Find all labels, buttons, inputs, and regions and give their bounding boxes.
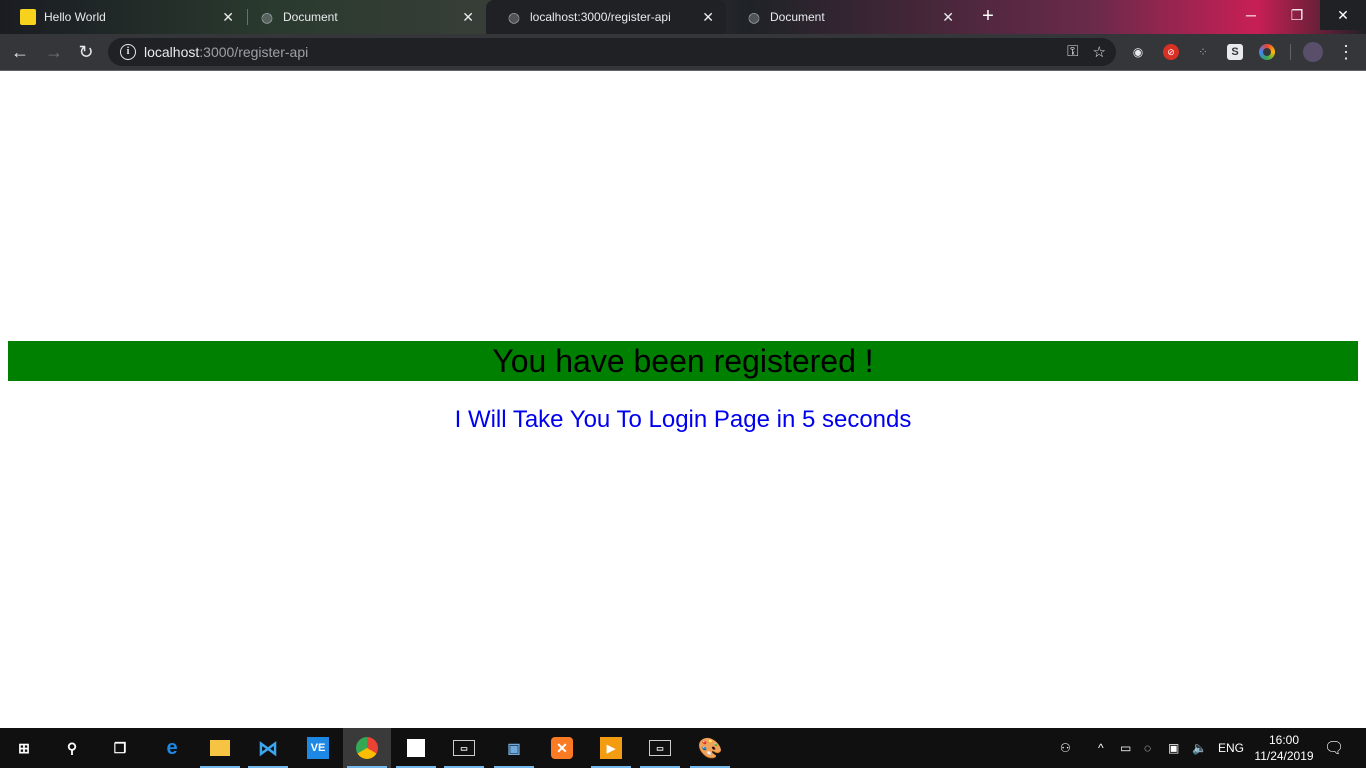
media-player-icon: ▶ [600, 737, 622, 759]
tab-hello-world[interactable]: Hello World ✕ [0, 0, 246, 34]
close-icon[interactable]: ✕ [462, 9, 474, 25]
paint-palette-icon: 🎨 [697, 737, 723, 760]
vnc-viewer-icon: VE [307, 737, 329, 759]
address-bar[interactable]: i localhost:3000/register-api ⚿ ☆ [108, 38, 1116, 66]
key-icon[interactable]: ⚿ [1067, 43, 1078, 61]
close-icon[interactable]: ✕ [942, 9, 954, 25]
vscode-icon: ⋈ [258, 737, 278, 760]
profile-avatar[interactable] [1303, 42, 1323, 62]
tab-document-1[interactable]: ◍ Document ✕ [239, 0, 486, 34]
taskbar-sticky-notes[interactable] [392, 728, 440, 768]
network-icon[interactable]: ◌ [1144, 728, 1151, 768]
toolbar-divider [1290, 44, 1291, 60]
menu-dots-icon[interactable]: ⋮ [1334, 40, 1358, 64]
tab-title: Document [770, 10, 825, 24]
task-view-button[interactable]: ❐ [96, 728, 144, 768]
show-hidden-icons-chevron-icon[interactable]: ^ [1098, 728, 1104, 768]
volume-icon[interactable]: 🔈 [1192, 728, 1207, 768]
tab-title: Document [283, 10, 338, 24]
battery-icon[interactable]: ▭ [1120, 728, 1131, 768]
terminal-icon: ▭ [649, 740, 671, 756]
taskbar-file-explorer[interactable] [196, 728, 244, 768]
network-computer-icon: ▣ [507, 739, 521, 756]
task-view-icon: ❐ [113, 739, 127, 756]
taskbar-terminal-1[interactable]: ▭ [440, 728, 488, 768]
globe-icon: ◍ [260, 8, 274, 25]
url-path: :3000/register-api [199, 44, 309, 60]
tab-title: localhost:3000/register-api [530, 10, 671, 24]
bookmark-star-icon[interactable]: ☆ [1093, 43, 1106, 61]
tab-title: Hello World [44, 10, 106, 24]
system-clock[interactable]: 16:00 11/24/2019 [1248, 732, 1320, 764]
url-text[interactable]: localhost:3000/register-api [144, 44, 308, 60]
extension-color-ring-icon[interactable] [1259, 44, 1275, 60]
tab-strip: Hello World ✕ ◍ Document ✕ ◍ localhost:3… [0, 0, 1366, 34]
omnibox-actions: ⚿ ☆ [1067, 43, 1106, 61]
language-indicator[interactable]: ENG [1218, 728, 1244, 768]
xampp-icon: ✕ [551, 737, 573, 759]
reload-button[interactable]: ↻ [74, 40, 98, 64]
close-icon[interactable]: ✕ [222, 9, 234, 25]
taskbar-xampp[interactable]: ✕ [538, 728, 586, 768]
edge-icon: e [166, 736, 178, 759]
windows-logo-icon: ⊞ [18, 739, 30, 756]
people-icon[interactable]: ⚇ [1060, 728, 1071, 768]
restore-button[interactable]: ❐ [1274, 0, 1320, 30]
new-tab-button[interactable]: + [978, 6, 998, 26]
close-icon[interactable]: ✕ [702, 9, 714, 25]
search-icon: ⚲ [66, 739, 78, 756]
taskbar-chrome[interactable] [343, 728, 391, 768]
windows-taskbar: ⊞ ⚲ ❐ e ⋈ VE ▭ ▣ ✕ ▶ ▭ 🎨 ⚇ ^ ▭ ◌ ▣ 🔈 ENG… [0, 728, 1366, 768]
clock-time: 16:00 [1268, 733, 1300, 747]
minimize-button[interactable]: ─ [1228, 0, 1274, 30]
success-banner: You have been registered ! [8, 341, 1358, 381]
taskbar-vnc[interactable]: VE [294, 728, 342, 768]
tab-document-2[interactable]: ◍ Document ✕ [726, 0, 966, 34]
search-button[interactable]: ⚲ [48, 728, 96, 768]
taskbar-network-tool[interactable]: ▣ [490, 728, 538, 768]
taskbar-vscode[interactable]: ⋈ [244, 728, 292, 768]
app-favicon-icon [20, 9, 36, 25]
taskbar-paint[interactable]: 🎨 [686, 728, 734, 768]
redirect-message: I Will Take You To Login Page in 5 secon… [454, 406, 912, 433]
globe-icon: ◍ [507, 8, 521, 25]
chrome-icon [356, 737, 378, 759]
extension-block-icon[interactable]: ⊘ [1163, 44, 1179, 60]
window-close-button[interactable]: ✕ [1320, 0, 1366, 30]
clock-date: 11/24/2019 [1254, 749, 1314, 763]
taskbar-terminal-2[interactable]: ▭ [636, 728, 684, 768]
site-info-icon[interactable]: i [120, 44, 136, 60]
folder-icon [210, 740, 230, 756]
page-viewport: You have been registered ! I Will Take Y… [0, 71, 1366, 728]
display-icon[interactable]: ▣ [1168, 728, 1179, 768]
taskbar-media-player[interactable]: ▶ [587, 728, 635, 768]
extension-s-icon[interactable]: S [1227, 44, 1243, 60]
browser-toolbar: ← → ↻ i localhost:3000/register-api ⚿ ☆ … [0, 34, 1366, 71]
url-host: localhost [144, 44, 200, 60]
taskbar-edge[interactable]: e [148, 728, 196, 768]
extension-eye-icon[interactable]: ◉ [1130, 44, 1146, 60]
extension-dots-icon[interactable]: ⁘ [1195, 44, 1211, 60]
globe-icon: ◍ [747, 8, 761, 25]
notification-center-icon[interactable]: 🗨 [1324, 728, 1344, 768]
forward-button[interactable]: → [42, 40, 66, 64]
terminal-icon: ▭ [453, 740, 475, 756]
tab-register-api[interactable]: ◍ localhost:3000/register-api ✕ [486, 0, 726, 34]
back-button[interactable]: ← [8, 40, 32, 64]
start-button[interactable]: ⊞ [0, 728, 48, 768]
sticky-notes-icon [407, 739, 425, 757]
